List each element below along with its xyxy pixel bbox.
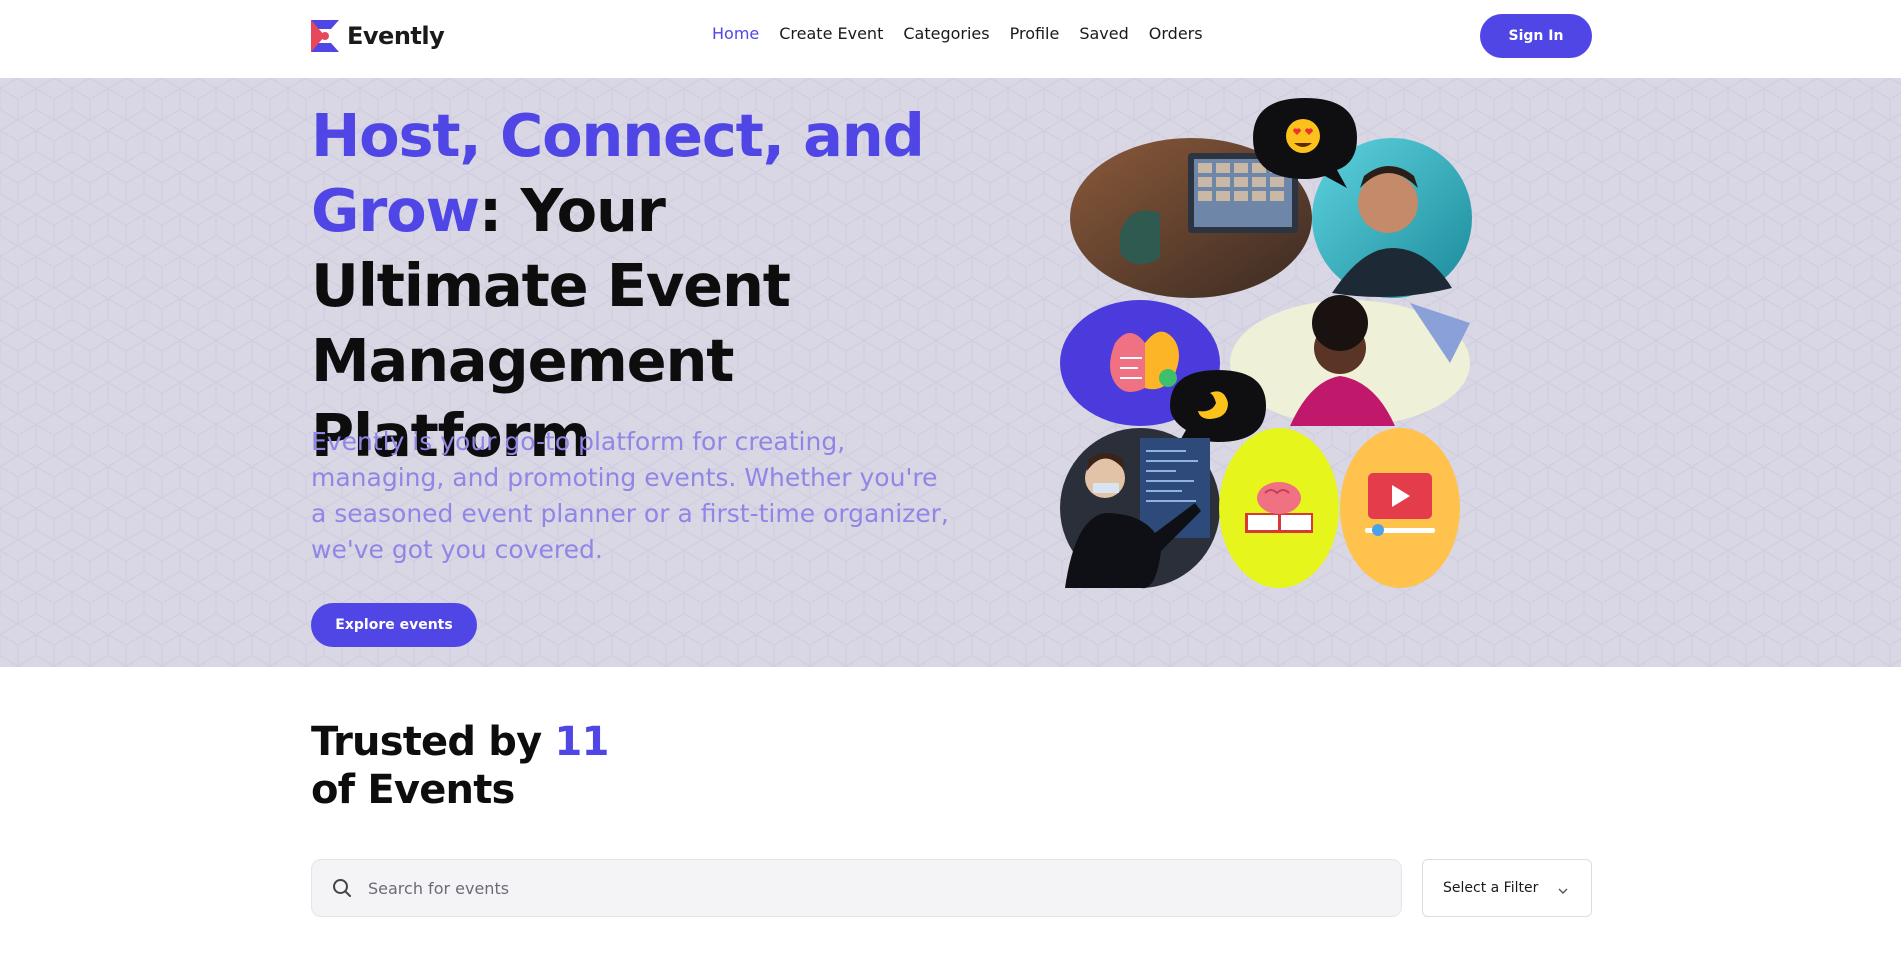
explore-events-button[interactable]: Explore events (311, 603, 477, 647)
nav-link-saved[interactable]: Saved (1079, 24, 1128, 43)
brain-book-icon (1219, 428, 1339, 588)
trusted-count: 11 (554, 719, 610, 765)
chevron-down-icon (1557, 882, 1569, 894)
hero-description: Evently is your go-to platform for creat… (311, 427, 949, 564)
top-navbar: Evently Home Create Event Categories Pro… (0, 0, 1901, 78)
brand-name: Evently (347, 22, 445, 50)
hero-title: Host, Connect, and Grow: Your Ultimate E… (311, 98, 951, 473)
primary-nav: Home Create Event Categories Profile Sav… (712, 24, 1203, 43)
video-play-icon (1340, 428, 1460, 588)
nav-link-create-event[interactable]: Create Event (779, 24, 883, 43)
trusted-suffix: of Events (311, 767, 515, 813)
trusted-heading: Trusted by 11 of Events (311, 718, 609, 814)
laughing-woman-photo (1230, 295, 1470, 426)
filter-select[interactable]: Select a Filter (1422, 859, 1592, 917)
nav-link-profile[interactable]: Profile (1010, 24, 1060, 43)
hero-collage (1060, 98, 1472, 589)
evently-logo-icon (311, 20, 339, 52)
search-icon (330, 876, 354, 900)
developer-presenting-photo (1060, 428, 1220, 589)
search-bar (311, 859, 1402, 917)
search-input[interactable] (368, 860, 1401, 916)
nav-link-home[interactable]: Home (712, 24, 759, 43)
trusted-prefix: Trusted by (311, 719, 555, 765)
sign-in-button[interactable]: Sign In (1480, 14, 1592, 58)
filter-select-label: Select a Filter (1443, 880, 1539, 896)
pinching-hand-emoji-icon (1170, 370, 1266, 444)
nav-link-categories[interactable]: Categories (903, 24, 989, 43)
nav-link-orders[interactable]: Orders (1149, 24, 1203, 43)
hero-section: Host, Connect, and Grow: Your Ultimate E… (0, 78, 1901, 667)
brand-logo[interactable]: Evently (311, 19, 445, 53)
